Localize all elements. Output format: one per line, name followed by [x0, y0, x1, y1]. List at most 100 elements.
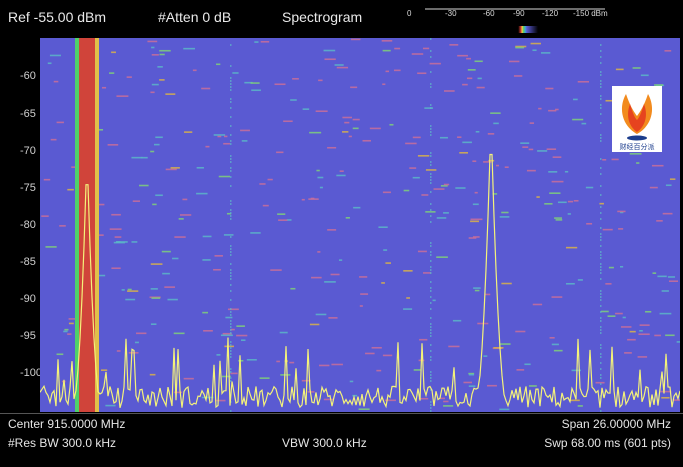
vertical-streak [600, 353, 602, 355]
noise-speckle [241, 140, 248, 142]
noise-speckle [424, 107, 434, 109]
noise-speckle [179, 214, 192, 216]
vertical-streak [230, 356, 232, 358]
vertical-streak [230, 311, 232, 313]
noise-speckle [205, 145, 210, 148]
vertical-streak [230, 299, 232, 301]
noise-speckle [174, 236, 186, 238]
noise-speckle [202, 259, 211, 261]
noise-speckle [501, 282, 512, 285]
noise-speckle [622, 316, 626, 319]
vertical-streak [430, 104, 432, 106]
noise-speckle [317, 251, 321, 253]
vertical-streak [600, 86, 602, 88]
spectrogram-background [40, 38, 680, 412]
noise-speckle [196, 192, 208, 195]
vertical-streak [600, 83, 602, 85]
noise-speckle [289, 361, 295, 364]
noise-speckle [651, 164, 664, 167]
noise-speckle [483, 355, 488, 357]
vertical-streak [230, 329, 232, 331]
noise-speckle [385, 70, 390, 73]
noise-speckle [151, 46, 155, 49]
vertical-streak [430, 155, 432, 157]
vertical-streak [600, 299, 602, 301]
noise-speckle [147, 40, 158, 43]
noise-speckle [216, 63, 221, 66]
noise-speckle [159, 79, 165, 81]
noise-speckle [620, 326, 632, 328]
noise-speckle [45, 246, 57, 248]
noise-speckle [493, 122, 499, 125]
vertical-streak [430, 128, 432, 130]
vertical-streak [230, 323, 232, 325]
vertical-streak [230, 284, 232, 286]
noise-speckle [636, 162, 640, 164]
vertical-streak [430, 266, 432, 268]
vertical-streak [600, 254, 602, 256]
spectrogram-plot[interactable] [39, 38, 683, 412]
noise-speckle [111, 267, 121, 270]
noise-speckle [548, 171, 558, 173]
vertical-streak [430, 377, 432, 379]
vertical-streak [230, 65, 232, 67]
vertical-streak [600, 173, 602, 175]
noise-speckle [338, 259, 343, 261]
noise-speckle [637, 356, 648, 358]
noise-speckle [474, 289, 480, 292]
noise-speckle [627, 338, 636, 341]
noise-speckle [315, 110, 328, 113]
noise-speckle [116, 241, 121, 243]
noise-speckle [165, 168, 177, 171]
vertical-streak [600, 104, 602, 106]
noise-speckle [162, 272, 170, 275]
noise-speckle [462, 141, 472, 144]
noise-speckle [155, 136, 163, 139]
noise-speckle [149, 373, 156, 376]
noise-speckle [602, 158, 607, 161]
footer-row-1: Center 915.0000 MHz Span 26.00000 MHz [0, 413, 683, 434]
vertical-streak [600, 383, 602, 385]
noise-speckle [131, 241, 138, 243]
noise-speckle [417, 155, 430, 157]
noise-speckle [173, 332, 185, 335]
vertical-streak [430, 290, 432, 292]
noise-speckle [203, 330, 213, 332]
noise-speckle [225, 316, 233, 319]
vertical-streak [230, 350, 232, 352]
vertical-streak [230, 245, 232, 247]
noise-speckle [352, 118, 360, 121]
vertical-streak [230, 155, 232, 157]
noise-speckle [528, 385, 537, 387]
noise-speckle [121, 289, 125, 291]
noise-speckle [443, 400, 449, 403]
noise-speckle [615, 68, 624, 71]
noise-speckle [317, 176, 324, 179]
vertical-streak [430, 38, 432, 40]
vertical-streak [430, 272, 432, 274]
noise-speckle [585, 186, 594, 189]
noise-speckle [413, 369, 421, 371]
spectrogram-canvas [39, 38, 683, 412]
vertical-streak [430, 245, 432, 247]
vertical-streak [600, 326, 602, 328]
vertical-streak [230, 272, 232, 274]
noise-speckle [470, 218, 483, 221]
noise-speckle [371, 346, 382, 349]
vertical-streak [230, 377, 232, 379]
vertical-streak [600, 251, 602, 253]
noise-speckle [419, 338, 428, 341]
y-tick-label: -75 [20, 182, 36, 194]
noise-speckle [336, 174, 346, 177]
noise-speckle [665, 184, 672, 187]
noise-speckle [170, 167, 180, 169]
vertical-streak [430, 203, 432, 205]
vertical-streak [430, 329, 432, 331]
scale-tick: -150 dBm [573, 9, 608, 18]
noise-speckle [236, 325, 245, 327]
noise-speckle [669, 178, 676, 180]
vertical-streak [430, 83, 432, 85]
noise-speckle [532, 49, 537, 52]
noise-speckle [125, 298, 136, 301]
noise-speckle [290, 99, 297, 101]
